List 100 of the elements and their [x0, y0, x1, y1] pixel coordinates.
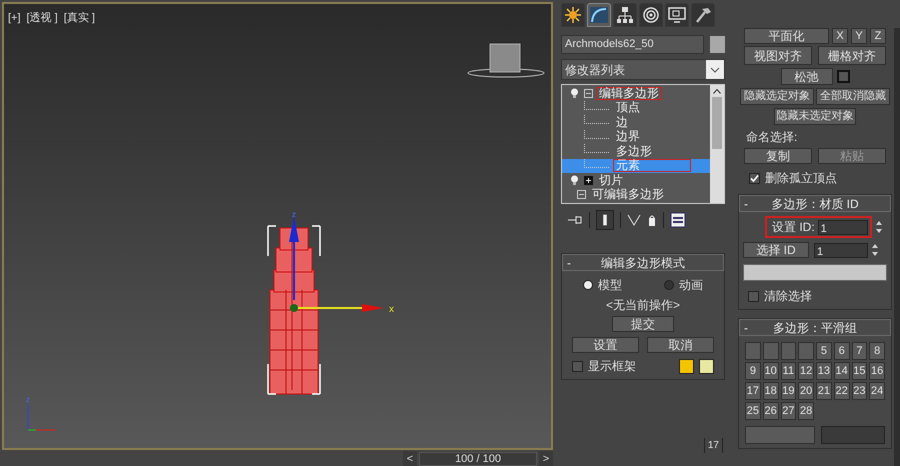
material-name-dropdown[interactable] [743, 264, 887, 281]
next-frame-button[interactable]: > [539, 450, 553, 466]
viewcube-drawing[interactable] [466, 42, 546, 78]
tree-branch-icon [584, 144, 610, 154]
command-panel-tab[interactable] [587, 3, 611, 27]
axis-button[interactable]: Y [851, 28, 867, 44]
spinner-arrows-icon[interactable] [874, 220, 883, 234]
smoothing-group-button[interactable]: 13 [816, 362, 832, 380]
smoothing-group-button[interactable]: 7 [852, 342, 868, 360]
command-panel-tab[interactable] [561, 3, 585, 27]
stack-item[interactable]: 多边形 [613, 144, 655, 158]
stack-item[interactable]: 可编辑多边形 [589, 188, 667, 202]
expand-box-icon[interactable] [584, 176, 593, 185]
smoothing-group-button[interactable]: 17 [745, 382, 761, 400]
viewport[interactable]: [+] [透视 ] [真实 ] x z z [2, 2, 553, 450]
settings-box-icon[interactable] [836, 70, 850, 83]
commit-button[interactable]: 提交 [612, 316, 674, 332]
show-end-result-icon[interactable] [596, 210, 614, 230]
threshold-field[interactable] [821, 426, 885, 444]
smoothing-group-button[interactable]: 23 [852, 382, 868, 400]
smoothing-group-button[interactable]: 21 [816, 382, 832, 400]
hierarchy-icon [615, 6, 635, 24]
smoothing-group-button[interactable]: 18 [762, 382, 778, 400]
cage-color-swatch[interactable] [699, 358, 714, 374]
smoothing-group-button[interactable]: 26 [762, 402, 778, 420]
pin-icon[interactable] [567, 213, 583, 227]
checkbox-label: 清除选择 [764, 288, 812, 305]
bulb-icon[interactable] [570, 88, 579, 99]
radio-button[interactable] [583, 280, 593, 290]
rollout-header[interactable]: - 编辑多边形模式 [562, 254, 724, 271]
select-id-field[interactable]: 1 [814, 242, 868, 258]
hide-unselected-button[interactable]: 隐藏未选定对象 [774, 108, 856, 125]
align-button[interactable]: 栅格对齐 [818, 46, 886, 65]
stack-item[interactable]: 顶点 [613, 101, 643, 114]
axis-button[interactable]: X [832, 28, 848, 44]
select-id-button[interactable]: 选择 ID [743, 242, 809, 258]
edit-mode-button[interactable]: 取消 [647, 337, 714, 353]
hide-button[interactable]: 隐藏选定对象 [740, 88, 814, 105]
fork-icon[interactable] [627, 213, 641, 227]
viewport-label[interactable]: [+] [8, 10, 21, 26]
stack-item[interactable]: 编辑多边形 [596, 86, 662, 100]
scrollbar[interactable] [710, 85, 724, 203]
smoothing-group-button[interactable]: 27 [780, 402, 796, 420]
stack-item[interactable]: 边 [613, 116, 631, 129]
smoothing-group-button[interactable]: 5 [816, 342, 832, 360]
smoothing-group-button[interactable]: 22 [834, 382, 850, 400]
bulb-icon[interactable] [570, 174, 579, 186]
command-panel-tab[interactable] [639, 3, 663, 27]
rollout-header[interactable]: - 多边形：材质 ID [739, 195, 891, 212]
bucket-icon[interactable] [647, 213, 657, 227]
named-selection-button[interactable]: 复制 [744, 148, 812, 164]
smoothing-group-button[interactable]: 6 [834, 342, 850, 360]
command-panel-tab[interactable] [691, 3, 715, 27]
smoothing-group-button[interactable]: 11 [780, 362, 796, 380]
smoothing-group-button[interactable]: 28 [798, 402, 814, 420]
planarize-button[interactable]: 平面化 [744, 28, 829, 44]
collapse-box-icon[interactable] [577, 190, 586, 200]
hide-button[interactable]: 全部取消隐藏 [816, 88, 890, 105]
smoothing-group-button[interactable]: 24 [869, 382, 885, 400]
radio-button[interactable] [664, 280, 674, 290]
smoothing-group-button[interactable]: 19 [780, 382, 796, 400]
relax-button[interactable]: 松弛 [780, 68, 832, 85]
stack-item[interactable]: 边界 [613, 130, 643, 144]
spinner-arrows-icon[interactable] [871, 243, 879, 257]
checkbox[interactable] [748, 290, 759, 302]
section-label: 命名选择: [745, 129, 798, 146]
command-panel-tab[interactable] [665, 3, 689, 27]
smoothing-group-button[interactable]: 16 [869, 362, 885, 380]
rollout-header[interactable]: - 多边形：平滑组 [739, 319, 891, 336]
frame-field[interactable]: 17 [704, 438, 723, 453]
object-color-swatch[interactable] [710, 36, 725, 53]
modifier-stack[interactable]: 编辑多边形 顶点 边 边界 多边形 元素 切片 可编辑多边形 [561, 84, 725, 204]
object-name-field[interactable]: Archmodels62_50 [561, 35, 704, 54]
smoothing-group-button[interactable]: 14 [834, 362, 850, 380]
smoothing-group-button[interactable]: 9 [745, 362, 761, 380]
smoothing-group-button[interactable]: 8 [869, 342, 885, 360]
viewport-label[interactable]: [真实 ] [64, 10, 95, 26]
stack-item[interactable]: 元素 [613, 159, 691, 172]
viewport-label[interactable]: [透视 ] [26, 10, 58, 26]
command-panel-tab[interactable] [613, 3, 637, 27]
checkbox[interactable] [749, 172, 760, 184]
smoothing-group-button[interactable]: 12 [798, 362, 814, 380]
edit-mode-button[interactable]: 设置 [572, 337, 639, 353]
frame-counter[interactable]: 100 / 100 [419, 452, 537, 466]
smoothing-group-button[interactable]: 25 [745, 402, 761, 420]
checkbox[interactable] [572, 360, 583, 372]
curve-icon [589, 6, 609, 24]
chevron-up-icon[interactable] [713, 89, 721, 94]
configure-sets-icon[interactable] [670, 212, 686, 228]
collapse-box-icon[interactable] [584, 88, 593, 98]
stack-item[interactable]: 切片 [596, 174, 626, 187]
previous-frame-button[interactable]: < [403, 450, 417, 466]
cage-color-swatch[interactable] [679, 358, 694, 374]
align-button[interactable]: 视图对齐 [744, 46, 812, 65]
smoothing-group-button[interactable]: 15 [852, 362, 868, 380]
smoothing-group-button[interactable]: 10 [762, 362, 778, 380]
set-id-field[interactable]: 1 [818, 220, 868, 234]
smoothing-group-button[interactable]: 20 [798, 382, 814, 400]
axis-button[interactable]: Z [870, 28, 886, 44]
modifier-list-dropdown[interactable]: 修改器列表 [561, 59, 725, 80]
